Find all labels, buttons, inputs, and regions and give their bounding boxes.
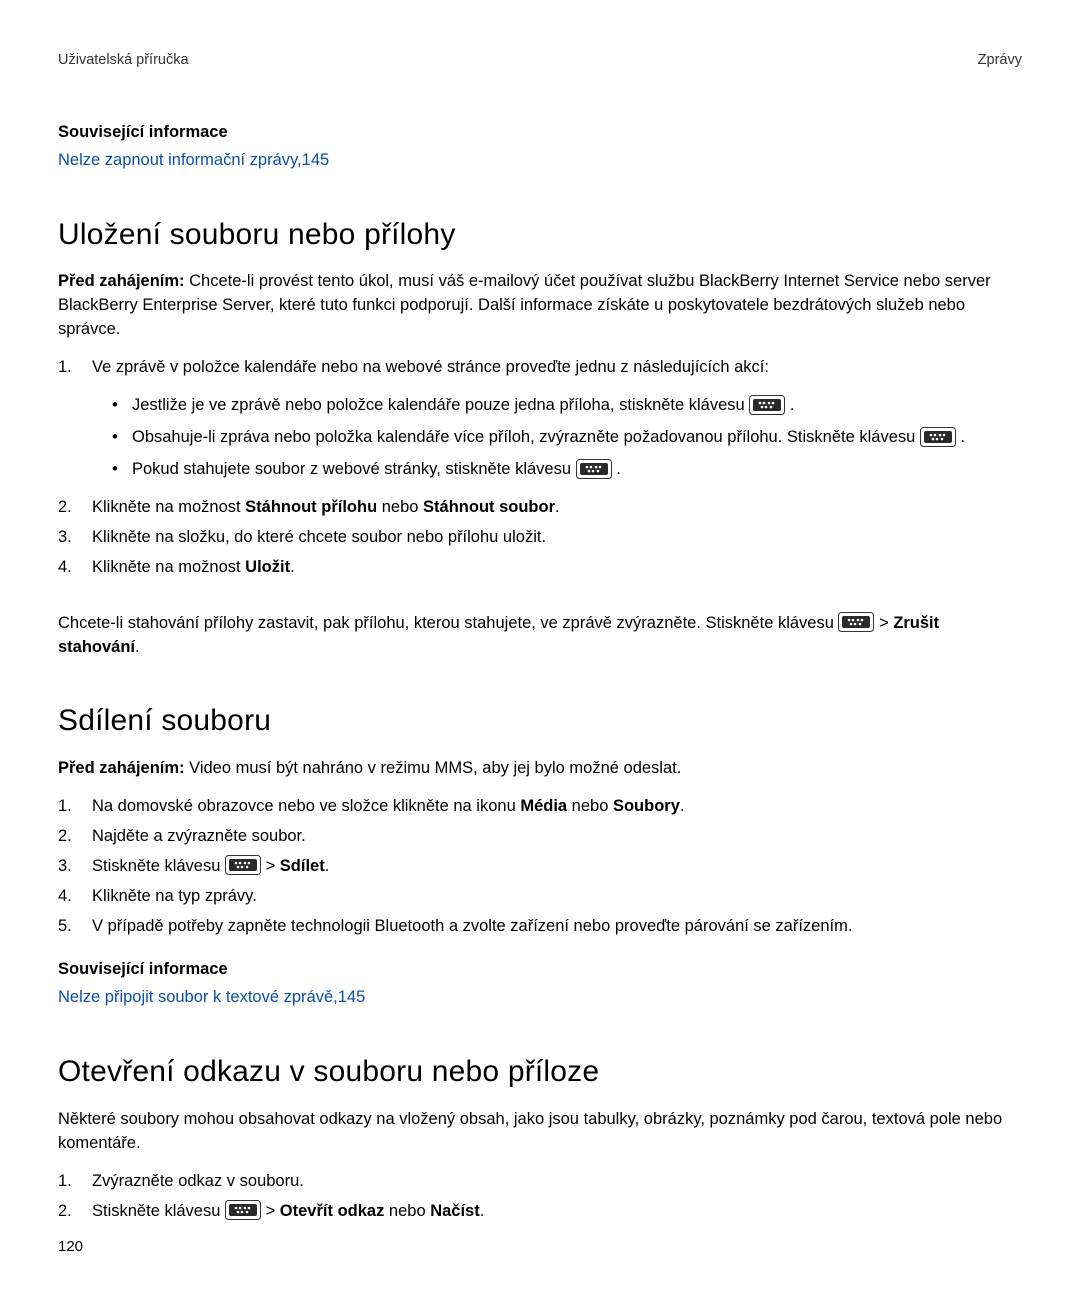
related-link-2[interactable]: Nelze připojit soubor k textové zprávě,1… — [58, 988, 365, 1006]
blackberry-key-icon — [920, 427, 956, 447]
bullet-item: Pokud stahujete soubor z webové stránky,… — [112, 458, 1022, 482]
steps-save-file: 1. Ve zprávě v položce kalendáře nebo na… — [58, 356, 1022, 380]
step-number: 4. — [58, 885, 92, 909]
cancel-download-note: Chcete-li stahování přílohy zastavit, pa… — [58, 612, 1022, 660]
bullet-item: Obsahuje-li zpráva nebo položka kalendář… — [112, 426, 1022, 450]
blackberry-key-icon — [838, 612, 874, 632]
step-body: Stiskněte klávesu > Sdílet. — [92, 855, 1022, 879]
step-number: 1. — [58, 356, 92, 380]
header-right: Zprávy — [978, 50, 1022, 71]
section-title-save-file: Uložení souboru nebo přílohy — [58, 213, 1022, 257]
steps-share-file: 1. Na domovské obrazovce nebo ve složce … — [58, 795, 1022, 939]
related-link-line: Nelze připojit soubor k textové zprávě,1… — [58, 986, 1022, 1010]
step-number: 2. — [58, 825, 92, 849]
before-you-begin-1: Před zahájením: Chcete-li provést tento … — [58, 270, 1022, 342]
related-link-line: Nelze zapnout informační zprávy,145 — [58, 149, 1022, 173]
related-info-heading: Související informace — [58, 958, 1022, 982]
section-title-open-link: Otevření odkazu v souboru nebo příloze — [58, 1050, 1022, 1094]
step-number: 1. — [58, 1170, 92, 1194]
step-body: Stiskněte klávesu > Otevřít odkaz nebo N… — [92, 1200, 1022, 1224]
substeps-save-file: Jestliže je ve zprávě nebo položce kalen… — [112, 394, 1022, 482]
step-body: Klikněte na možnost Stáhnout přílohu neb… — [92, 496, 1022, 520]
header-left: Uživatelská příručka — [58, 50, 189, 71]
step-number: 5. — [58, 915, 92, 939]
step-body: V případě potřeby zapněte technologii Bl… — [92, 915, 1022, 939]
step-body: Klikněte na typ zprávy. — [92, 885, 1022, 909]
step-number: 4. — [58, 556, 92, 580]
step-number: 3. — [58, 855, 92, 879]
blackberry-key-icon — [749, 395, 785, 415]
step-number: 3. — [58, 526, 92, 550]
step-number: 2. — [58, 496, 92, 520]
page-header: Uživatelská příručka Zprávy — [58, 50, 1022, 71]
bullet-item: Jestliže je ve zprávě nebo položce kalen… — [112, 394, 1022, 418]
page-number: 120 — [58, 1236, 83, 1258]
step-number: 1. — [58, 795, 92, 819]
step-number: 2. — [58, 1200, 92, 1224]
blackberry-key-icon — [225, 1200, 261, 1220]
section-intro: Některé soubory mohou obsahovat odkazy n… — [58, 1108, 1022, 1156]
steps-save-file-cont: 2. Klikněte na možnost Stáhnout přílohu … — [58, 496, 1022, 580]
section-title-share-file: Sdílení souboru — [58, 699, 1022, 743]
related-info-heading: Související informace — [58, 121, 1022, 145]
step-body: Zvýrazněte odkaz v souboru. — [92, 1170, 1022, 1194]
steps-open-link: 1. Zvýrazněte odkaz v souboru. 2. Stiskn… — [58, 1170, 1022, 1224]
blackberry-key-icon — [576, 459, 612, 479]
before-you-begin-2: Před zahájením: Video musí být nahráno v… — [58, 757, 1022, 781]
blackberry-key-icon — [225, 855, 261, 875]
step-body: Ve zprávě v položce kalendáře nebo na we… — [92, 356, 1022, 380]
step-body: Na domovské obrazovce nebo ve složce kli… — [92, 795, 1022, 819]
step-body: Klikněte na složku, do které chcete soub… — [92, 526, 1022, 550]
step-body: Klikněte na možnost Uložit. — [92, 556, 1022, 580]
step-body: Najděte a zvýrazněte soubor. — [92, 825, 1022, 849]
related-link-1[interactable]: Nelze zapnout informační zprávy,145 — [58, 151, 329, 169]
